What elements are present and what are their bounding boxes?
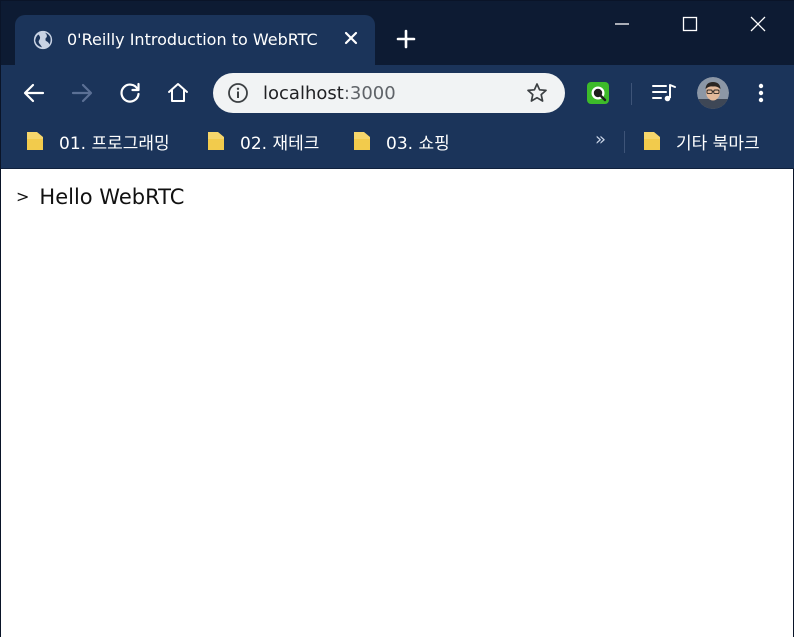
bookmark-folder-finance[interactable]: 02. 재테크: [206, 121, 319, 161]
browser-window: 0'Reilly Introduction to WebRTC localhos…: [0, 0, 794, 637]
bookmarks-bar: 01. 프로그래밍 02. 재테크 03. 쇼핑 » 기타 북마크: [1, 121, 794, 169]
media-control-icon[interactable]: [651, 81, 677, 105]
new-tab-plus-icon[interactable]: [395, 28, 417, 50]
bookmark-label: 01. 프로그래밍: [59, 133, 170, 154]
arrow-left-icon[interactable]: [21, 80, 47, 106]
globe-icon: [33, 30, 53, 50]
kebab-menu-icon[interactable]: [751, 81, 771, 105]
url-host: localhost: [263, 83, 344, 104]
bookmark-label: 03. 쇼핑: [386, 133, 450, 154]
arrow-right-icon[interactable]: [69, 80, 95, 106]
tab-strip: 0'Reilly Introduction to WebRTC: [1, 1, 794, 65]
log-line: > Hello WebRTC: [16, 185, 184, 209]
extension-icon[interactable]: [586, 81, 610, 105]
folder-icon: [208, 132, 224, 150]
url-text[interactable]: localhost:3000: [263, 83, 396, 104]
toolbar-divider: [631, 83, 632, 105]
close-icon[interactable]: [341, 28, 361, 48]
bookmark-folder-other[interactable]: 기타 북마크: [642, 121, 760, 161]
folder-icon: [354, 132, 370, 150]
minimize-icon[interactable]: [609, 11, 635, 37]
active-tab[interactable]: 0'Reilly Introduction to WebRTC: [15, 15, 375, 65]
info-icon[interactable]: [227, 82, 249, 104]
bookmarks-divider: [624, 131, 625, 153]
folder-icon: [644, 132, 660, 150]
reload-icon[interactable]: [117, 80, 143, 106]
bookmark-folder-shopping[interactable]: 03. 쇼핑: [352, 121, 450, 161]
page-content: > Hello WebRTC: [1, 169, 793, 637]
home-icon[interactable]: [165, 80, 191, 106]
address-bar[interactable]: localhost:3000: [213, 73, 565, 113]
prompt-symbol: >: [16, 187, 30, 206]
maximize-icon[interactable]: [677, 11, 703, 37]
url-port: :3000: [343, 83, 396, 104]
bookmarks-overflow-button[interactable]: »: [595, 129, 606, 150]
star-icon[interactable]: [525, 81, 549, 105]
window-close-icon[interactable]: [745, 11, 771, 37]
avatar[interactable]: [697, 77, 729, 109]
bookmark-label: 기타 북마크: [676, 133, 760, 154]
toolbar: localhost:3000: [1, 65, 794, 121]
tab-title: 0'Reilly Introduction to WebRTC: [67, 30, 318, 49]
log-message: Hello WebRTC: [39, 185, 185, 209]
bookmark-label: 02. 재테크: [240, 133, 320, 154]
folder-icon: [27, 132, 43, 150]
bookmark-folder-programming[interactable]: 01. 프로그래밍: [25, 121, 170, 161]
